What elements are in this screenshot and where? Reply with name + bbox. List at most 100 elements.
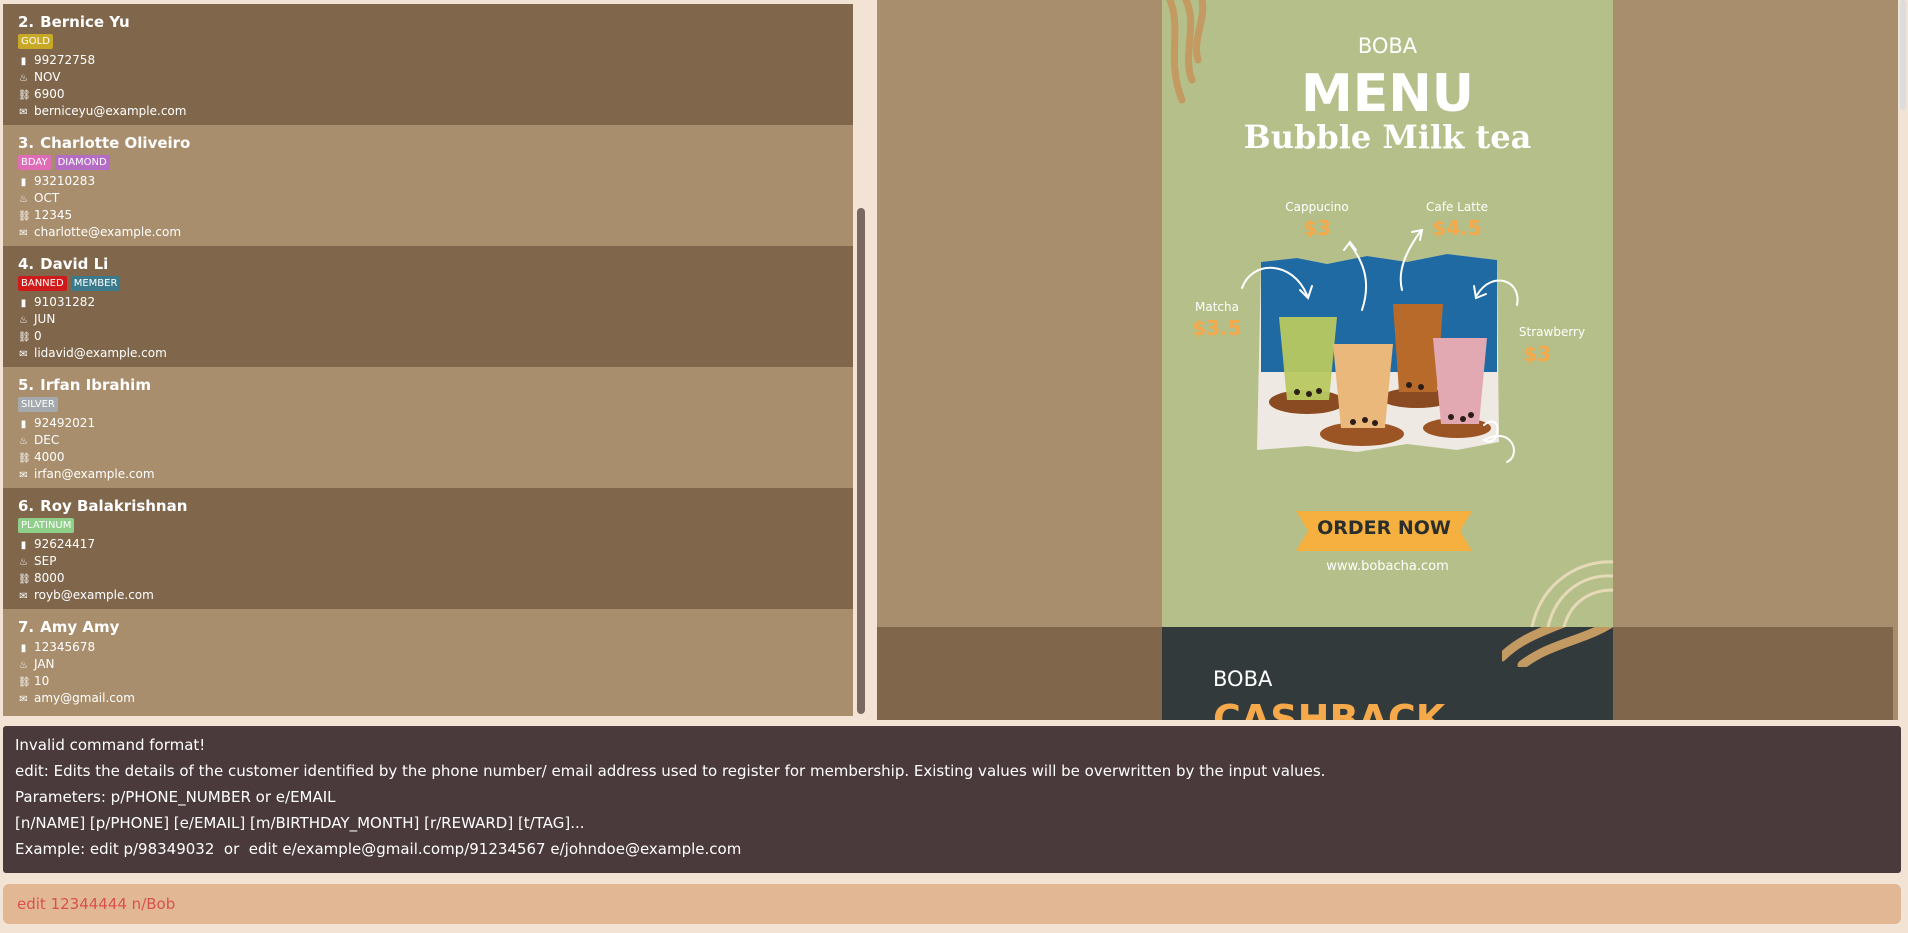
customer-email: ✉ berniceyu@example.com xyxy=(18,103,853,120)
customer-phone-value: 93210283 xyxy=(34,174,96,188)
customer-name: Irfan Ibrahim xyxy=(40,376,151,394)
tag-list: BDAY DIAMOND xyxy=(18,155,853,172)
customer-email: ✉ charlotte@example.com xyxy=(18,224,853,241)
customer-phone-value: 92492021 xyxy=(34,416,96,430)
gift-icon: ⛓ xyxy=(18,211,31,222)
browser-panel[interactable]: BOBA MENU Bubble Milk tea Cappucino $3 C… xyxy=(877,0,1898,720)
customer-card[interactable]: 7. Amy Amy ▮ 12345678 ♨ JAN ⛓ 10 ✉ amy@gmail.com xyxy=(3,609,853,716)
tag-badge: PLATINUM xyxy=(18,518,75,533)
customer-index: 5. xyxy=(18,376,35,394)
customer-name-row: 3. Charlotte Oliveiro xyxy=(18,133,853,153)
tag-badge: BANNED xyxy=(18,276,67,291)
customer-phone-value: 99272758 xyxy=(34,53,96,67)
customer-index: 6. xyxy=(18,497,35,515)
browser-scrollbar-thumb[interactable] xyxy=(1900,0,1906,110)
tag-list: GOLD xyxy=(18,34,853,51)
poster-brand: BOBA xyxy=(1357,34,1418,58)
customer-reward: ⛓ 10 xyxy=(18,673,853,690)
email-icon: ✉ xyxy=(19,107,28,118)
poster-subtitle: Bubble Milk tea xyxy=(1243,118,1532,156)
customer-birthday-value: JAN xyxy=(34,657,55,671)
customer-name-row: 6. Roy Balakrishnan xyxy=(18,496,853,516)
tag-badge: MEMBER xyxy=(70,276,121,291)
customer-phone-value: 92624417 xyxy=(34,537,96,551)
gift-icon: ⛓ xyxy=(18,332,31,343)
command-input[interactable] xyxy=(15,894,1889,914)
cashback-title: CASHBACK xyxy=(1213,697,1446,720)
customer-reward: ⛓ 4000 xyxy=(18,449,853,466)
tag-badge: GOLD xyxy=(18,34,53,49)
customer-reward: ⛓ 12345 xyxy=(18,207,853,224)
command-box[interactable] xyxy=(3,884,1901,924)
phone-icon: ▮ xyxy=(20,177,27,188)
result-line: Invalid command format! xyxy=(15,736,206,754)
customer-email-value: irfan@example.com xyxy=(34,467,155,481)
cake-icon: ♨ xyxy=(19,660,28,671)
customer-name: Charlotte Oliveiro xyxy=(40,134,191,152)
customer-list-panel[interactable]: 2. Bernice Yu GOLD ▮ 99272758 ♨ NOV ⛓ 6900 ✉ berni… xyxy=(0,0,868,716)
customer-birthday-value: JUN xyxy=(34,312,56,326)
arrow-decorations xyxy=(1241,228,1519,463)
cake-icon: ♨ xyxy=(19,194,28,205)
email-icon: ✉ xyxy=(19,470,28,481)
customer-reward-value: 0 xyxy=(34,329,42,343)
customer-reward-value: 4000 xyxy=(34,450,65,464)
phone-icon: ▮ xyxy=(20,56,27,67)
customer-email: ✉ lidavid@example.com xyxy=(18,345,853,362)
customer-email-value: royb@example.com xyxy=(34,588,154,602)
customer-birthday: ♨ NOV xyxy=(18,69,853,86)
customer-name: David Li xyxy=(40,255,109,273)
customer-phone: ▮ 93210283 xyxy=(18,173,853,190)
customer-birthday: ♨ SEP xyxy=(18,553,853,570)
customer-email-value: lidavid@example.com xyxy=(34,346,167,360)
browser-scrollbar[interactable] xyxy=(1893,0,1898,720)
customer-index: 4. xyxy=(18,255,35,273)
phone-icon: ▮ xyxy=(20,643,27,654)
phone-icon: ▮ xyxy=(20,540,27,551)
result-line: [n/NAME] [p/PHONE] [e/EMAIL] [m/BIRTHDAY… xyxy=(15,814,585,832)
customer-card[interactable]: 5. Irfan Ibrahim SILVER ▮ 92492021 ♨ DEC ⛓ 4000 ✉… xyxy=(3,367,853,488)
customer-birthday-value: OCT xyxy=(34,191,60,205)
customer-name-row: 4. David Li xyxy=(18,254,853,274)
customer-birthday-value: NOV xyxy=(34,70,61,84)
customer-email-value: amy@gmail.com xyxy=(34,691,135,705)
customer-email: ✉ amy@gmail.com xyxy=(18,690,853,707)
brush-decoration xyxy=(1502,627,1613,667)
customer-email: ✉ royb@example.com xyxy=(18,587,853,604)
customer-card[interactable]: 4. David Li BANNED MEMBER ▮ 91031282 ♨ JUN ⛓ 0 ✉ li… xyxy=(3,246,853,367)
customer-phone: ▮ 92624417 xyxy=(18,536,853,553)
result-line: edit: Edits the details of the customer … xyxy=(15,762,1326,780)
email-icon: ✉ xyxy=(19,694,28,705)
result-display: Invalid command format! edit: Edits the d… xyxy=(3,726,1901,873)
cake-icon: ♨ xyxy=(19,73,28,84)
list-scrollbar[interactable] xyxy=(855,4,867,714)
customer-card[interactable]: 6. Roy Balakrishnan PLATINUM ▮ 92624417 ♨ SEP ⛓… xyxy=(3,488,853,609)
customer-reward-value: 8000 xyxy=(34,571,65,585)
customer-card[interactable]: 2. Bernice Yu GOLD ▮ 99272758 ♨ NOV ⛓ 6900 ✉ berni… xyxy=(3,4,853,125)
customer-reward-value: 6900 xyxy=(34,87,65,101)
result-line: Example: edit p/98349032 or edit e/examp… xyxy=(15,840,742,858)
customer-phone: ▮ 91031282 xyxy=(18,294,853,311)
customer-email-value: charlotte@example.com xyxy=(34,225,182,239)
customer-birthday: ♨ JAN xyxy=(18,656,853,673)
customer-birthday-value: DEC xyxy=(34,433,60,447)
customer-list: 2. Bernice Yu GOLD ▮ 99272758 ♨ NOV ⛓ 6900 ✉ berni… xyxy=(3,4,853,716)
customer-reward-value: 10 xyxy=(34,674,50,688)
email-icon: ✉ xyxy=(19,591,28,602)
poster-title: MENU xyxy=(1300,64,1474,124)
tag-badge: BDAY xyxy=(18,155,51,170)
result-line: Parameters: p/PHONE_NUMBER or e/EMAIL xyxy=(15,788,336,806)
customer-name-row: 2. Bernice Yu xyxy=(18,12,853,32)
phone-icon: ▮ xyxy=(20,419,27,430)
tag-list: PLATINUM xyxy=(18,518,853,535)
gift-icon: ⛓ xyxy=(18,90,31,101)
tag-list: BANNED MEMBER xyxy=(18,276,853,293)
customer-phone: ▮ 99272758 xyxy=(18,52,853,69)
list-scrollbar-thumb[interactable] xyxy=(857,208,865,714)
customer-name-row: 5. Irfan Ibrahim xyxy=(18,375,853,395)
tag-badge: DIAMOND xyxy=(54,155,110,170)
customer-reward: ⛓ 8000 xyxy=(18,570,853,587)
gift-icon: ⛓ xyxy=(18,574,31,585)
customer-card[interactable]: 3. Charlotte Oliveiro BDAY DIAMOND ▮ 93210283… xyxy=(3,125,853,246)
cashback-brand: BOBA xyxy=(1213,667,1273,691)
